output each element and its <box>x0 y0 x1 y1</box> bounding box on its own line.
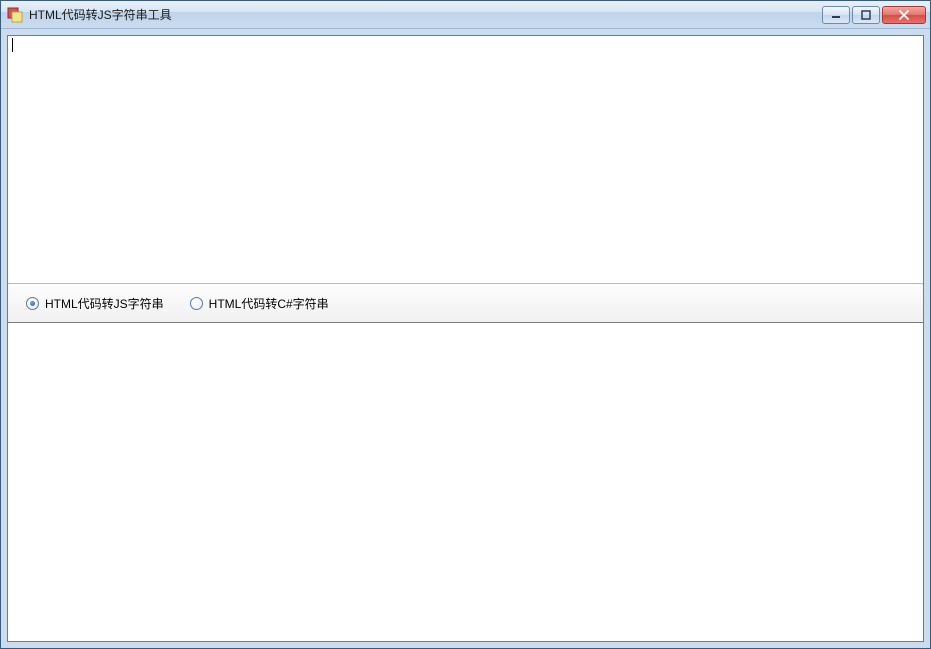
app-window: HTML代码转JS字符串工具 <box>0 0 931 649</box>
window-controls <box>822 6 926 24</box>
app-icon <box>7 7 23 23</box>
input-panel <box>8 36 923 283</box>
content-frame: HTML代码转JS字符串 HTML代码转C#字符串 <box>7 35 924 642</box>
titlebar[interactable]: HTML代码转JS字符串工具 <box>1 1 930 29</box>
maximize-icon <box>861 10 871 20</box>
maximize-button[interactable] <box>852 6 880 24</box>
client-area: HTML代码转JS字符串 HTML代码转C#字符串 <box>1 29 930 648</box>
options-bar: HTML代码转JS字符串 HTML代码转C#字符串 <box>8 283 923 323</box>
window-title: HTML代码转JS字符串工具 <box>29 6 172 23</box>
radio-js-option[interactable]: HTML代码转JS字符串 <box>26 295 164 312</box>
html-input[interactable] <box>8 36 923 283</box>
radio-icon <box>190 297 203 310</box>
radio-cs-label: HTML代码转C#字符串 <box>209 295 329 312</box>
minimize-button[interactable] <box>822 6 850 24</box>
radio-icon <box>26 297 39 310</box>
radio-cs-option[interactable]: HTML代码转C#字符串 <box>190 295 329 312</box>
radio-js-label: HTML代码转JS字符串 <box>45 295 164 312</box>
output-panel <box>8 323 923 641</box>
minimize-icon <box>831 10 841 20</box>
close-button[interactable] <box>882 6 926 24</box>
close-icon <box>898 10 910 20</box>
